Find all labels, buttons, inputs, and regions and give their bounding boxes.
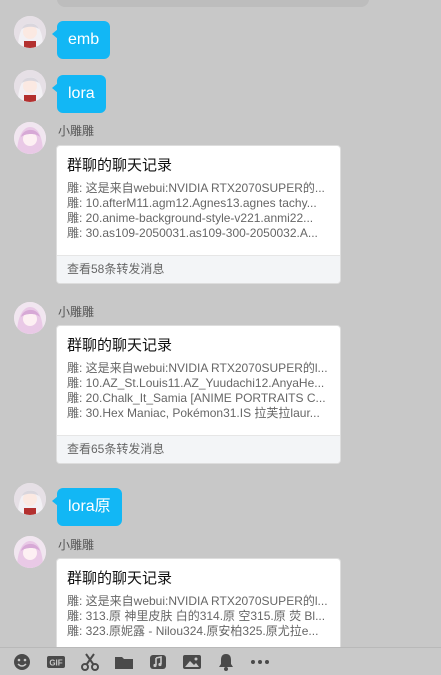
avatar-self-icon (14, 483, 46, 515)
avatar[interactable] (14, 122, 46, 154)
avatar-other-icon (14, 536, 46, 568)
bell-icon[interactable] (216, 652, 236, 672)
folder-icon[interactable] (114, 652, 134, 672)
avatar-other-icon (14, 302, 46, 334)
card-line: 雕: 10.AZ_St.Louis11.AZ_Yuudachi12.AnyaHe… (67, 376, 325, 390)
more-icon[interactable] (250, 652, 270, 672)
card-line: 雕: 10.afterM11.agm12.Agnes13.agnes tachy… (67, 196, 317, 210)
card-line: 雕: 30.Hex Maniac, Pokémon31.IS 拉芙拉laur..… (67, 406, 320, 420)
avatar[interactable] (14, 302, 46, 334)
card-line: 雕: 20.Chalk_It_Samia [ANIME PORTRAITS C.… (67, 391, 326, 405)
message-bubble[interactable]: lora (52, 75, 106, 113)
card-line: 雕: 313.原 神里皮肤 白的314.原 空315.原 荧 Bl... (67, 609, 326, 623)
scissors-icon[interactable] (80, 652, 100, 672)
forwarded-chat-card[interactable]: 群聊的聊天记录 雕: 这是来自webui:NVIDIA RTX2070SUPER… (56, 325, 341, 464)
avatar[interactable] (14, 536, 46, 568)
avatar[interactable] (14, 483, 46, 515)
forwarded-chat-card[interactable]: 群聊的聊天记录 雕: 这是来自webui:NVIDIA RTX2070SUPER… (56, 145, 341, 284)
card-title: 群聊的聊天记录 (67, 337, 173, 354)
avatar[interactable] (14, 70, 46, 102)
view-forwarded-link[interactable]: 查看65条转发消息 (57, 435, 340, 463)
avatar-self-icon (14, 70, 46, 102)
sender-name: 小雕雕 (58, 305, 95, 319)
card-title: 群聊的聊天记录 (67, 157, 173, 174)
card-title: 群聊的聊天记录 (67, 570, 173, 587)
sender-name: 小雕雕 (58, 538, 95, 552)
card-line: 雕: 323.原妮露 - Nilou324.原安柏325.原尤拉e... (67, 624, 319, 638)
avatar[interactable] (14, 16, 46, 48)
view-forwarded-link[interactable]: 查看58条转发消息 (57, 255, 340, 283)
card-line: 雕: 这是来自webui:NVIDIA RTX2070SUPER的... (67, 181, 325, 195)
card-line: 雕: 这是来自webui:NVIDIA RTX2070SUPER的l... (67, 361, 328, 375)
svg-text:GIF: GIF (49, 658, 62, 667)
card-line: 雕: 30.as109-2050031.as109-300-2050032.A.… (67, 226, 318, 240)
avatar-self-icon (14, 16, 46, 48)
forwarded-chat-card[interactable]: 群聊的聊天记录 雕: 这是来自webui:NVIDIA RTX2070SUPER… (56, 558, 341, 660)
sender-name: 小雕雕 (58, 124, 95, 138)
input-toolbar: GIF (0, 647, 441, 675)
avatar-other-icon (14, 122, 46, 154)
previous-message-bubble (57, 0, 369, 7)
emoji-icon[interactable] (12, 652, 32, 672)
card-line: 雕: 这是来自webui:NVIDIA RTX2070SUPER的l... (67, 594, 328, 608)
message-bubble[interactable]: lora原 (52, 488, 122, 526)
gif-icon[interactable]: GIF (46, 652, 66, 672)
image-icon[interactable] (182, 652, 202, 672)
music-icon[interactable] (148, 652, 168, 672)
card-line: 雕: 20.anime-background-style-v221.anmi22… (67, 211, 314, 225)
message-bubble[interactable]: emb (51, 21, 111, 59)
